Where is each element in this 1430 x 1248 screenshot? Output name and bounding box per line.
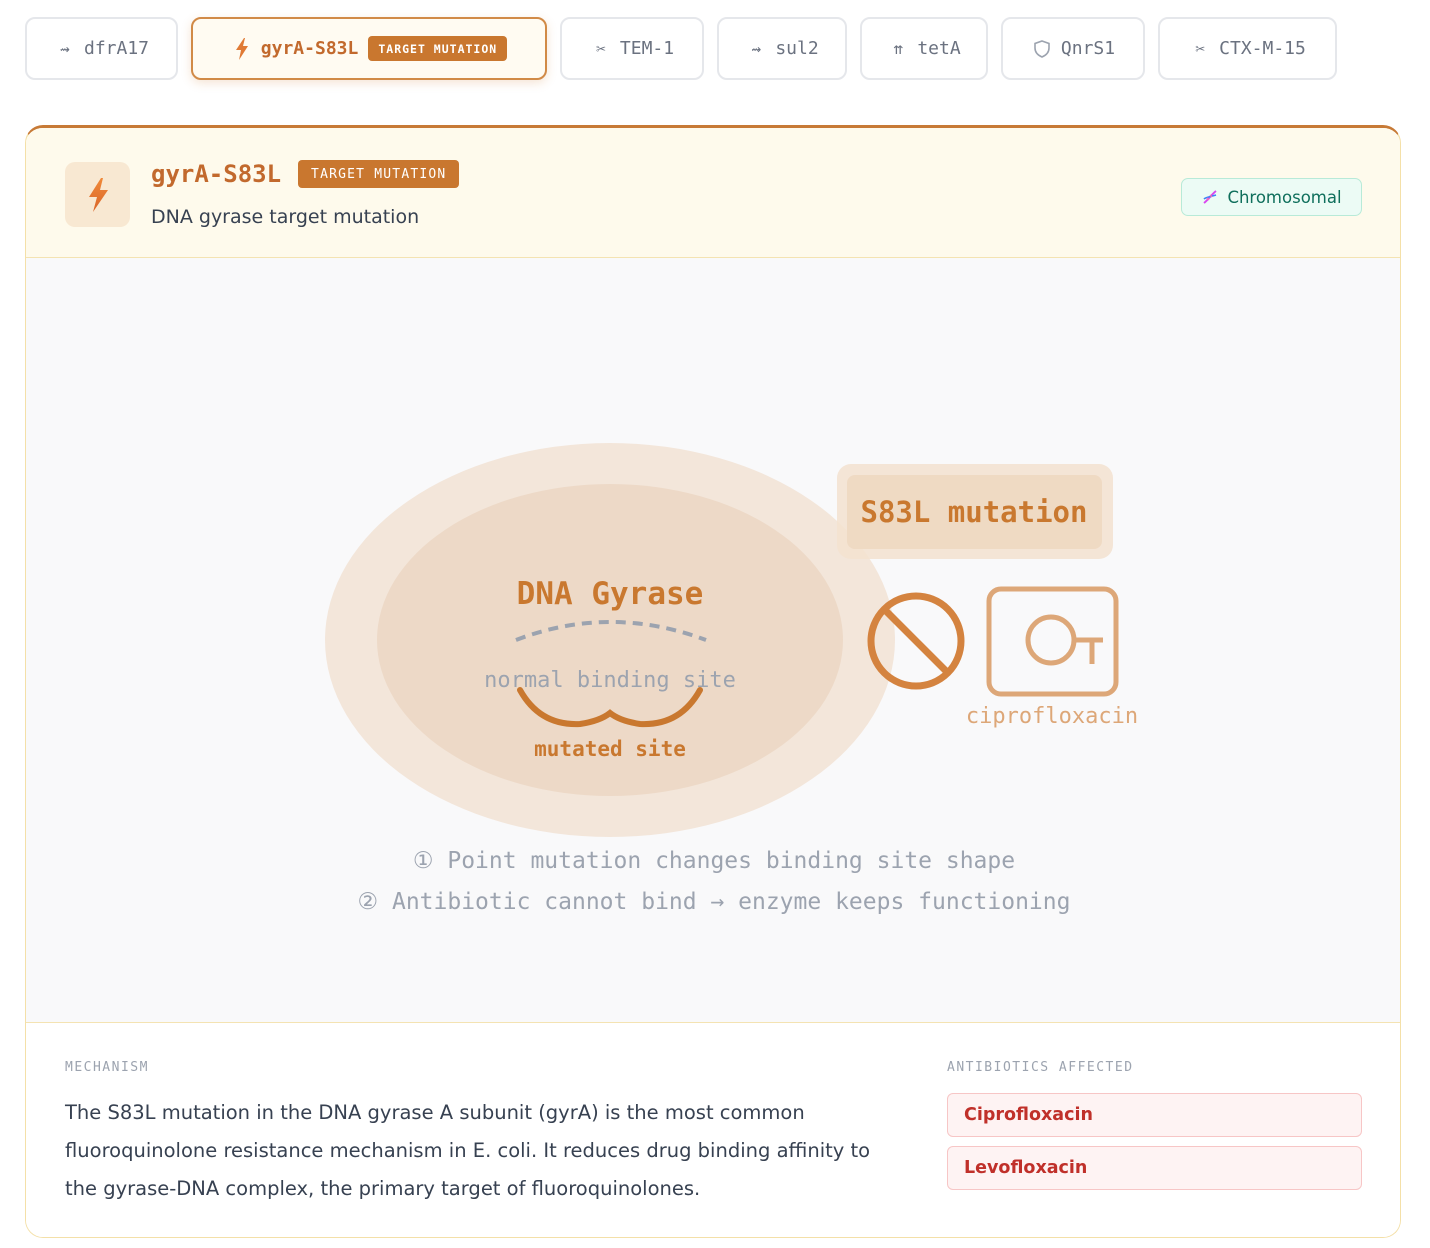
tab-gyrA-S83L[interactable]: gyrA-S83L TARGET MUTATION — [191, 17, 547, 80]
card-header: gyrA-S83L TARGET MUTATION DNA gyrase tar… — [26, 128, 1400, 258]
tab-QnrS1[interactable]: QnrS1 — [1001, 17, 1145, 80]
pump-arrows-icon: ⇈ — [893, 39, 904, 58]
scissors-icon: ✂ — [1195, 39, 1205, 58]
lightning-icon — [231, 37, 253, 60]
mutation-label: S83L mutation — [861, 495, 1088, 529]
gene-detail-card: gyrA-S83L TARGET MUTATION DNA gyrase tar… — [25, 125, 1401, 1238]
target-mutation-badge: TARGET MUTATION — [298, 160, 460, 188]
dna-icon — [1201, 188, 1219, 206]
tab-label: CTX-M-15 — [1219, 38, 1306, 59]
tab-label: dfrA17 — [83, 38, 150, 59]
tab-label: sul2 — [775, 38, 819, 59]
step-2-text: ② Antibiotic cannot bind → enzyme keeps … — [358, 889, 1071, 915]
gene-name: gyrA-S83L — [151, 160, 282, 188]
location-label: Chromosomal — [1227, 187, 1342, 207]
gene-tabs: ⇝ dfrA17 gyrA-S83L TARGET MUTATION ✂ TEM… — [25, 17, 1337, 80]
lightning-icon — [65, 162, 130, 227]
arrow-right-icon: ⇝ — [60, 39, 70, 58]
antibiotics-list: Ciprofloxacin Levofloxacin — [947, 1093, 1362, 1199]
scissors-icon: ✂ — [596, 39, 606, 58]
gene-title-row: gyrA-S83L TARGET MUTATION — [151, 160, 460, 188]
tab-label: TEM-1 — [619, 38, 675, 59]
tab-label: gyrA-S83L — [260, 38, 359, 59]
drug-label: ciprofloxacin — [966, 704, 1138, 729]
tab-dfrA17[interactable]: ⇝ dfrA17 — [25, 17, 178, 80]
step-1-text: ① Point mutation changes binding site sh… — [413, 848, 1015, 874]
enzyme-label: DNA Gyrase — [517, 576, 704, 612]
antibiotics-heading: ANTIBIOTICS AFFECTED — [947, 1060, 1134, 1075]
arrow-right-icon: ⇝ — [751, 39, 762, 58]
tab-label: tetA — [917, 38, 961, 59]
tab-CTX-M-15[interactable]: ✂ CTX-M-15 — [1158, 17, 1337, 80]
tab-tetA[interactable]: ⇈ tetA — [860, 17, 988, 80]
key-icon — [986, 586, 1119, 697]
mechanism-heading: MECHANISM — [65, 1060, 149, 1075]
shield-icon — [1031, 39, 1053, 58]
target-mutation-badge: TARGET MUTATION — [368, 36, 508, 61]
tab-sul2[interactable]: ⇝ sul2 — [717, 17, 847, 80]
location-badge: Chromosomal — [1181, 178, 1362, 216]
mechanism-diagram: DNA Gyrase normal binding site mutated s… — [26, 258, 1400, 1023]
tab-label: QnrS1 — [1060, 38, 1116, 59]
mutated-site-label: mutated site — [534, 737, 686, 761]
antibiotic-item: Levofloxacin — [947, 1146, 1362, 1190]
mechanism-text: The S83L mutation in the DNA gyrase A su… — [65, 1101, 871, 1200]
tab-TEM-1[interactable]: ✂ TEM-1 — [560, 17, 704, 80]
gene-subtitle: DNA gyrase target mutation — [151, 206, 420, 228]
antibiotic-item: Ciprofloxacin — [947, 1093, 1362, 1137]
card-footer: MECHANISM The S83L mutation in the DNA g… — [26, 1024, 1400, 1237]
